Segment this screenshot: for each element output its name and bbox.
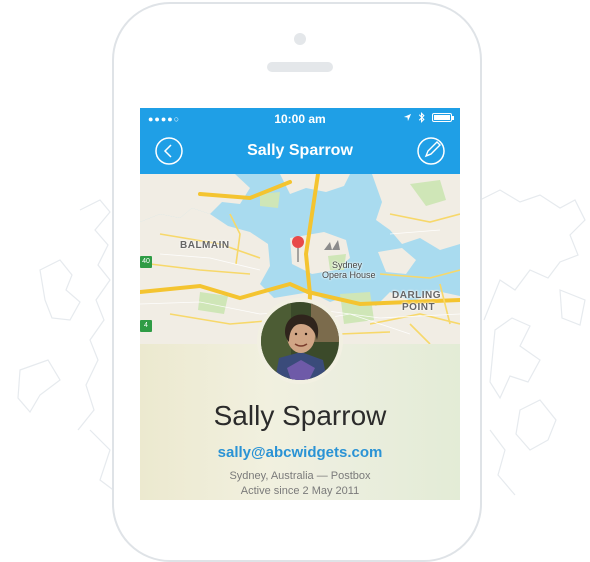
road-sign: 40 [140, 256, 152, 268]
map-label-sydney: Sydney [332, 260, 363, 270]
profile-name: Sally Sparrow [213, 400, 387, 431]
nav-title: Sally Sparrow [247, 142, 353, 159]
battery-icon [432, 113, 454, 122]
compose-icon [417, 137, 445, 165]
status-bar: ●●●●○ 10:00 am [140, 108, 460, 130]
avatar[interactable] [261, 302, 339, 380]
edit-button[interactable] [416, 136, 446, 166]
navigation-bar: Sally Sparrow [140, 130, 460, 174]
status-icons [403, 112, 454, 123]
map-label-balmain: BALMAIN [180, 240, 230, 251]
map-label-opera-house: Opera House [322, 270, 376, 280]
bluetooth-icon [418, 112, 425, 123]
map-label-point: POINT [402, 302, 436, 313]
app-screen: ●●●●○ 10:00 am Sally Sparrow BALMAIN Syd… [140, 108, 460, 500]
email-link[interactable]: sally@abcwidgets.com [140, 444, 460, 461]
location-arrow-icon [403, 113, 412, 122]
phone-camera [294, 33, 306, 45]
phone-speaker [267, 62, 333, 72]
road-sign: 4 [140, 320, 152, 332]
profile-active-since: Active since 2 May 2011 [240, 485, 360, 497]
map-label-darling: DARLING [392, 290, 442, 301]
profile-location: Sydney, Australia — Postbox [229, 470, 371, 482]
avatar-photo [261, 302, 339, 380]
